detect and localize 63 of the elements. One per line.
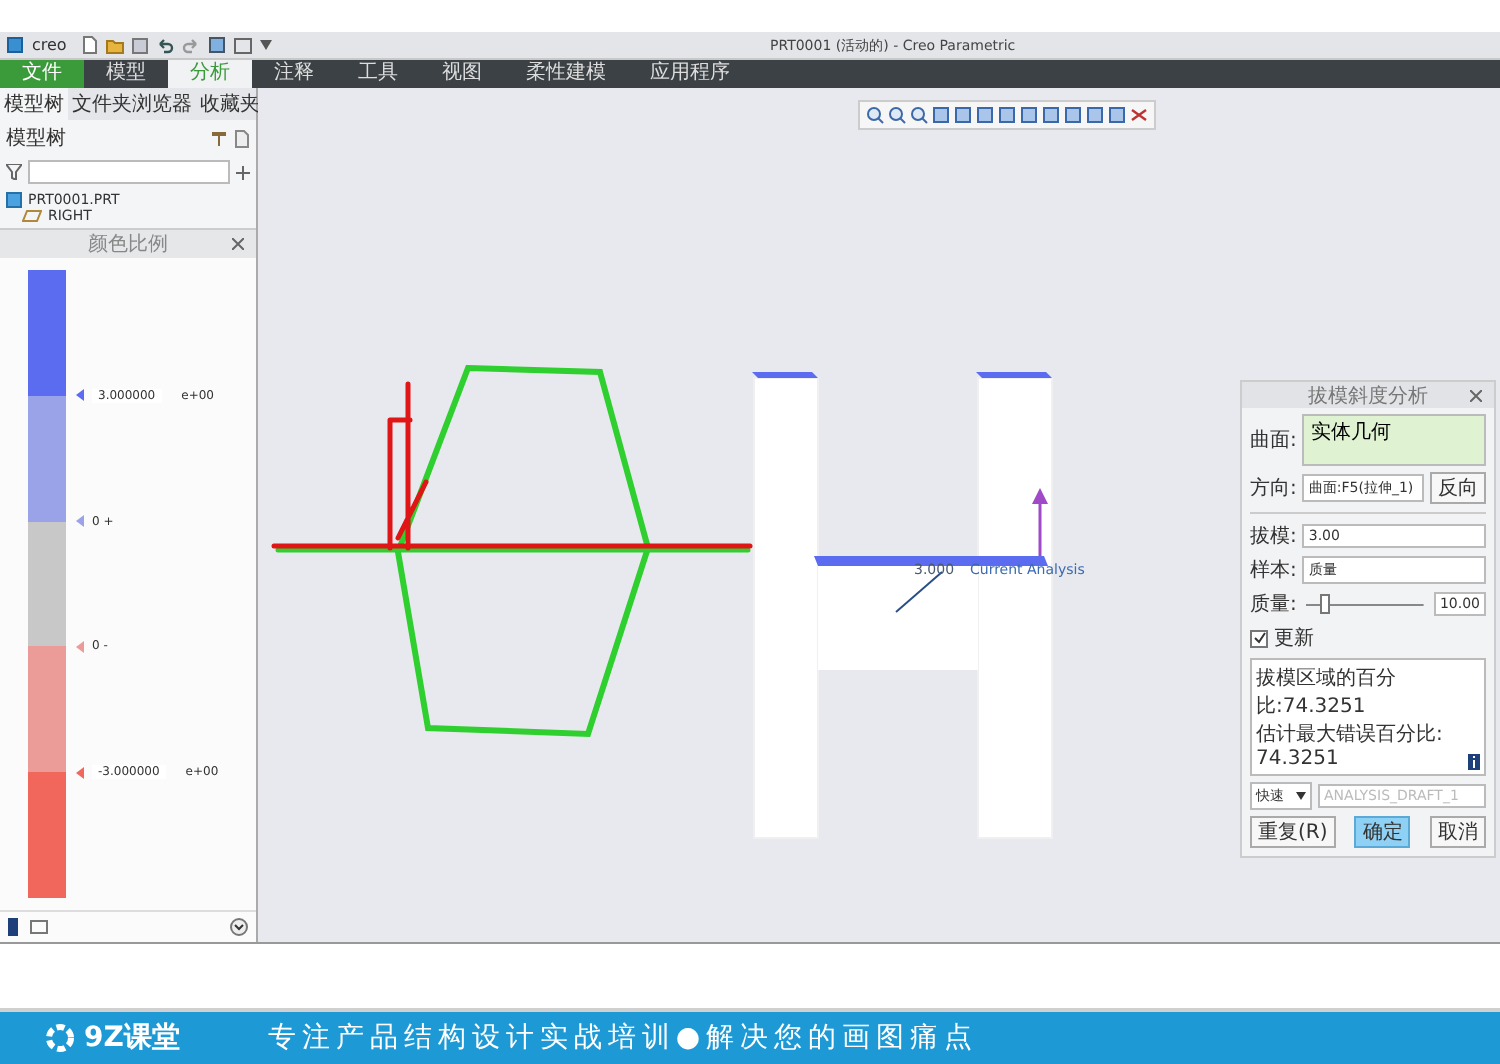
navigator-tab[interactable]: 文件夹浏览器 [68,88,196,120]
dialog-button[interactable]: 重复(R) [1250,816,1336,848]
expand-icon[interactable] [230,918,248,936]
zoom-icon[interactable] [910,106,928,124]
field-label: 曲面: [1250,427,1297,454]
gear-icon [44,1022,76,1054]
window-icon[interactable] [234,37,253,53]
filter-icon[interactable] [6,164,22,180]
dialog-title: 拔模斜度分析 [1308,383,1428,409]
zoom-icon[interactable] [866,106,884,124]
leader-line [895,571,943,613]
ribbon-tab[interactable]: 工具 [336,60,420,88]
caret-icon[interactable] [1296,792,1306,800]
brand-logo: 9Z课堂 [84,1020,180,1056]
tree-heading: 模型树 [6,125,66,152]
close-icon[interactable] [1470,389,1482,401]
direction-arrow [1032,488,1048,556]
info-icon[interactable] [1468,754,1480,770]
field-label: 拔模: [1250,523,1297,550]
field-label: 方向: [1250,475,1297,502]
folder-icon[interactable] [106,37,125,53]
scissors-icon[interactable] [1130,106,1148,124]
new-file-icon[interactable] [82,36,99,54]
regenerate-icon[interactable] [208,36,227,54]
result-text: 拔模区域的百分比:74.3251 [1256,665,1398,720]
plus-icon[interactable] [236,165,250,179]
navigator-tab[interactable]: 模型树 [0,88,68,120]
navigator-tab[interactable]: 收藏夹 [196,88,264,120]
marker-icon[interactable] [76,515,84,528]
slogan-text: 专注产品结构设计实战培训●解决您的画图痛点 [267,1020,979,1056]
caret-icon[interactable] [260,40,273,50]
ribbon-tab[interactable]: 应用程序 [628,60,752,88]
field-label: 样本: [1250,557,1297,584]
update-checkbox[interactable] [1250,629,1268,647]
ribbon-tab[interactable]: 模型 [84,60,168,88]
dialog-button[interactable]: 确定 [1354,816,1411,848]
save-icon[interactable] [132,37,149,53]
reverse-button[interactable]: 反向 [1430,472,1486,504]
ribbon-tab[interactable]: 视图 [420,60,504,88]
panel-title: 颜色比例 [88,231,168,258]
checkbox-label: 更新 [1274,625,1314,652]
slider-thumb[interactable] [1320,594,1331,614]
marker-icon[interactable] [76,640,84,653]
result-text: 估计最大错误百分比: 74.3251 [1256,721,1445,770]
plane-icon [22,210,42,222]
ribbon-tab[interactable]: 文件 [0,60,84,88]
field-label: 质量: [1250,591,1297,618]
marker-icon[interactable] [76,389,84,402]
surface-collector[interactable]: 实体几何 [1302,414,1486,466]
marker-icon[interactable] [76,766,84,779]
search-field[interactable] [28,160,230,184]
settings-icon[interactable] [234,129,250,147]
zoom-icon[interactable] [888,106,906,124]
close-icon[interactable] [232,238,244,250]
app-logo: creo [32,36,67,54]
cube-icon [6,192,22,208]
dialog-button[interactable]: 取消 [1429,816,1486,848]
undo-icon[interactable] [156,37,175,53]
display-icon[interactable] [30,918,48,936]
ribbon-tab[interactable]: 柔性建模 [504,60,628,88]
tools-icon[interactable] [210,129,228,147]
ribbon-tab[interactable]: 注释 [252,60,336,88]
cube-icon [6,36,24,54]
